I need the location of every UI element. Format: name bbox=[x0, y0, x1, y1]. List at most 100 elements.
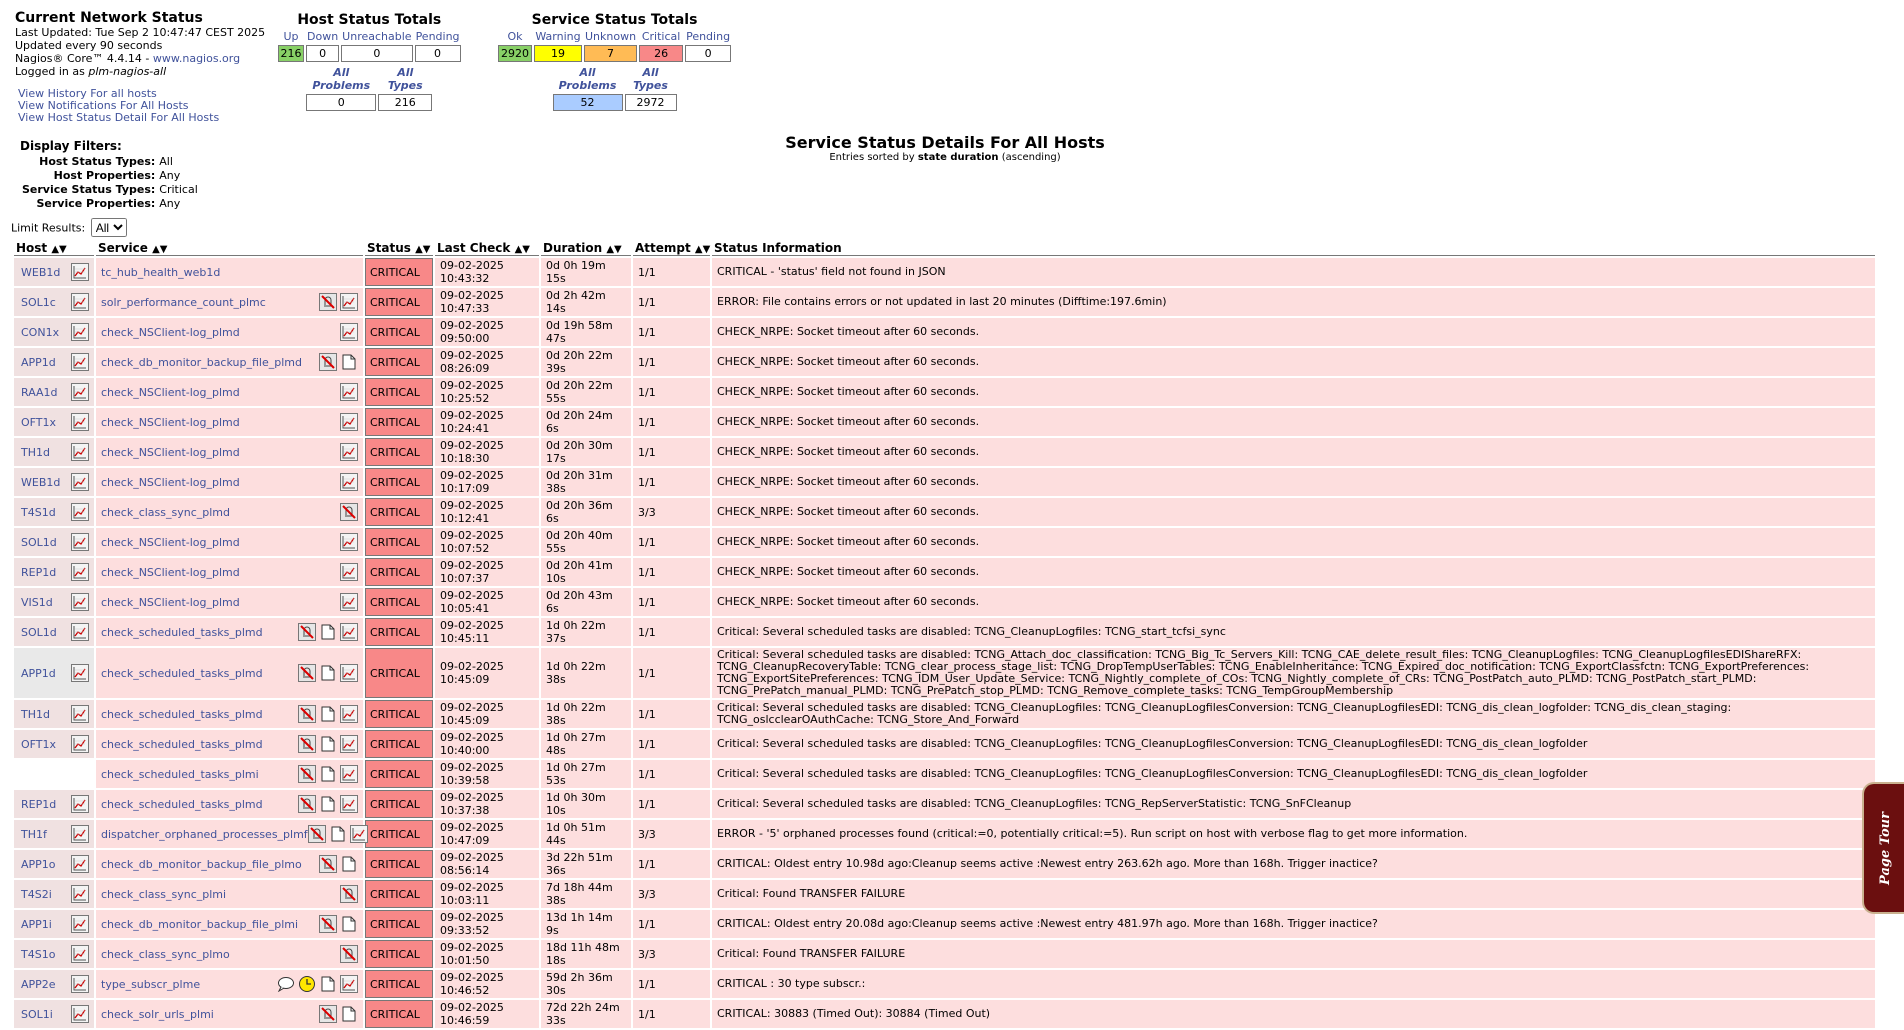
host-link[interactable]: APP1o bbox=[19, 858, 56, 871]
performance-graph-icon[interactable] bbox=[340, 623, 358, 641]
host-link[interactable]: REP1d bbox=[19, 566, 56, 579]
service-link[interactable]: check_NSClient-log_plmd bbox=[101, 596, 240, 609]
host-link[interactable]: TH1d bbox=[19, 708, 50, 721]
notes-document-icon[interactable] bbox=[319, 705, 337, 723]
host-link[interactable]: SOL1c bbox=[19, 296, 56, 309]
sort-arrows-icon[interactable]: ▲▼ bbox=[695, 244, 710, 255]
notifications-disabled-icon[interactable] bbox=[307, 825, 326, 843]
performance-graph-icon[interactable] bbox=[71, 353, 89, 371]
performance-graph-icon[interactable] bbox=[71, 915, 89, 933]
notes-document-icon[interactable] bbox=[340, 1005, 358, 1023]
notes-document-icon[interactable] bbox=[319, 795, 337, 813]
notifications-disabled-icon[interactable] bbox=[298, 765, 316, 783]
notes-document-icon[interactable] bbox=[340, 915, 358, 933]
performance-graph-icon[interactable] bbox=[340, 473, 358, 491]
performance-graph-icon[interactable] bbox=[340, 795, 358, 813]
performance-graph-icon[interactable] bbox=[340, 293, 358, 311]
page-tour-button[interactable]: Page Tour bbox=[1862, 782, 1904, 914]
service-link[interactable]: check_scheduled_tasks_plmd bbox=[101, 798, 263, 811]
performance-graph-icon[interactable] bbox=[71, 263, 89, 281]
host-link[interactable]: APP1d bbox=[19, 356, 56, 369]
service-link[interactable]: check_scheduled_tasks_plmd bbox=[101, 708, 263, 721]
service-link[interactable]: type_subscr_plme bbox=[101, 978, 200, 991]
host-link[interactable]: WEB1d bbox=[19, 266, 60, 279]
performance-graph-icon[interactable] bbox=[71, 443, 89, 461]
notifications-disabled-icon[interactable] bbox=[319, 1005, 337, 1023]
performance-graph-icon[interactable] bbox=[71, 975, 89, 993]
notes-document-icon[interactable] bbox=[340, 353, 358, 371]
host-up-header[interactable]: Up bbox=[278, 30, 304, 43]
svc-all-types-header[interactable]: All Types bbox=[625, 66, 677, 92]
sort-arrows-icon[interactable]: ▲▼ bbox=[415, 244, 430, 255]
notifications-disabled-icon[interactable] bbox=[298, 623, 316, 641]
performance-graph-icon[interactable] bbox=[340, 705, 358, 723]
notes-document-icon[interactable] bbox=[319, 735, 337, 753]
service-link[interactable]: check_class_sync_plmi bbox=[101, 888, 226, 901]
notifications-disabled-icon[interactable] bbox=[298, 705, 316, 723]
svc-pending-header[interactable]: Pending bbox=[685, 30, 731, 43]
performance-graph-icon[interactable] bbox=[71, 623, 89, 641]
host-link[interactable]: OFT1x bbox=[19, 416, 56, 429]
performance-graph-icon[interactable] bbox=[71, 664, 89, 682]
notifications-disabled-icon[interactable] bbox=[298, 795, 316, 813]
service-link[interactable]: check_class_sync_plmo bbox=[101, 948, 230, 961]
host-link[interactable]: SOL1d bbox=[19, 626, 57, 639]
service-link[interactable]: check_db_monitor_backup_file_plmo bbox=[101, 858, 302, 871]
service-link[interactable]: check_scheduled_tasks_plmd bbox=[101, 738, 263, 751]
performance-graph-icon[interactable] bbox=[71, 795, 89, 813]
service-link[interactable]: check_NSClient-log_plmd bbox=[101, 386, 240, 399]
notifications-disabled-icon[interactable] bbox=[340, 885, 358, 903]
performance-graph-icon[interactable] bbox=[71, 945, 89, 963]
host-link[interactable]: TH1f bbox=[19, 828, 47, 841]
performance-graph-icon[interactable] bbox=[71, 705, 89, 723]
notifications-disabled-icon[interactable] bbox=[319, 293, 337, 311]
host-link[interactable]: TH1d bbox=[19, 446, 50, 459]
performance-graph-icon[interactable] bbox=[340, 443, 358, 461]
performance-graph-icon[interactable] bbox=[71, 413, 89, 431]
host-pending-header[interactable]: Pending bbox=[415, 30, 461, 43]
notifications-disabled-icon[interactable] bbox=[298, 735, 316, 753]
notes-document-icon[interactable] bbox=[319, 623, 337, 641]
performance-graph-icon[interactable] bbox=[71, 855, 89, 873]
limit-select[interactable]: All bbox=[90, 218, 127, 237]
notes-document-icon[interactable] bbox=[319, 765, 337, 783]
performance-graph-icon[interactable] bbox=[71, 293, 89, 311]
svc-critical-header[interactable]: Critical bbox=[639, 30, 683, 43]
notifications-disabled-icon[interactable] bbox=[340, 945, 358, 963]
performance-graph-icon[interactable] bbox=[340, 563, 358, 581]
performance-graph-icon[interactable] bbox=[71, 563, 89, 581]
host-link[interactable]: SOL1d bbox=[19, 536, 57, 549]
sort-arrows-icon[interactable]: ▲▼ bbox=[606, 244, 621, 255]
host-detail-link[interactable]: View Host Status Detail For All Hosts bbox=[18, 111, 219, 124]
performance-graph-icon[interactable] bbox=[340, 735, 358, 753]
notifications-disabled-icon[interactable] bbox=[319, 855, 337, 873]
performance-graph-icon[interactable] bbox=[71, 1005, 89, 1023]
host-link[interactable]: APP1i bbox=[19, 918, 52, 931]
service-link[interactable]: tc_hub_health_web1d bbox=[101, 266, 220, 279]
host-link[interactable]: SOL1i bbox=[19, 1008, 53, 1021]
service-link[interactable]: check_NSClient-log_plmd bbox=[101, 476, 240, 489]
host-unreachable-header[interactable]: Unreachable bbox=[341, 30, 412, 43]
host-link[interactable]: OFT1x bbox=[19, 738, 56, 751]
host-link[interactable]: REP1d bbox=[19, 798, 56, 811]
host-link[interactable]: T4S2i bbox=[19, 888, 52, 901]
service-link[interactable]: check_class_sync_plmd bbox=[101, 506, 230, 519]
service-link[interactable]: check_solr_urls_plmi bbox=[101, 1008, 214, 1021]
performance-graph-icon[interactable] bbox=[71, 825, 89, 843]
host-all-types-header[interactable]: All Types bbox=[378, 66, 432, 92]
sort-arrows-icon[interactable]: ▲▼ bbox=[152, 244, 167, 255]
service-link[interactable]: check_scheduled_tasks_plmd bbox=[101, 626, 263, 639]
notifications-disabled-icon[interactable] bbox=[319, 915, 337, 933]
performance-graph-icon[interactable] bbox=[340, 593, 358, 611]
performance-graph-icon[interactable] bbox=[340, 765, 358, 783]
service-link[interactable]: check_NSClient-log_plmd bbox=[101, 416, 240, 429]
service-link[interactable]: check_NSClient-log_plmd bbox=[101, 446, 240, 459]
performance-graph-icon[interactable] bbox=[71, 473, 89, 491]
notes-document-icon[interactable] bbox=[329, 825, 347, 843]
service-link[interactable]: check_db_monitor_backup_file_plmi bbox=[101, 918, 298, 931]
service-link[interactable]: dispatcher_orphaned_processes_plmf bbox=[101, 828, 308, 841]
comment-icon[interactable] bbox=[277, 975, 295, 993]
host-link[interactable]: APP2e bbox=[19, 978, 56, 991]
svc-warning-header[interactable]: Warning bbox=[534, 30, 582, 43]
host-link[interactable]: CON1x bbox=[19, 326, 59, 339]
